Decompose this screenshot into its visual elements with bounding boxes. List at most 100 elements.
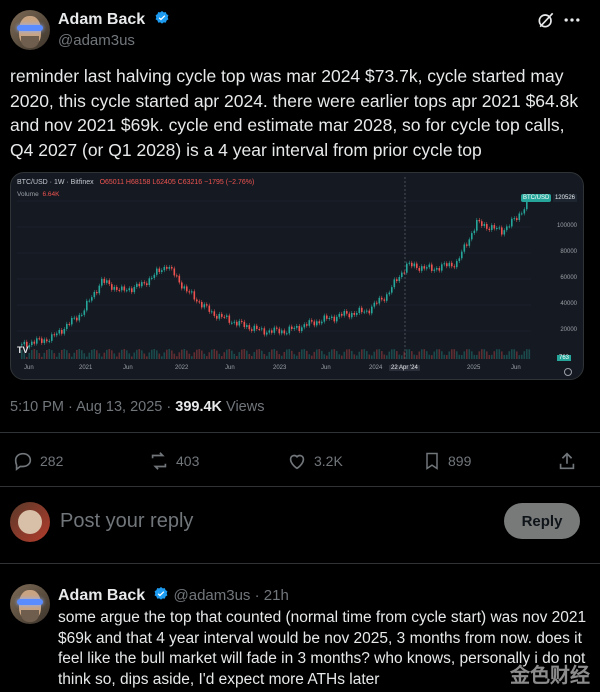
volume-bar [421, 349, 423, 359]
candle-body [41, 338, 43, 343]
viewer-avatar[interactable] [10, 502, 50, 542]
candle-body [313, 321, 316, 326]
candle-body [323, 315, 326, 322]
reply-author-handle[interactable]: @adam3us [174, 587, 251, 604]
verified-badge-icon [155, 11, 169, 24]
bookmark-action[interactable]: 899 [422, 450, 471, 472]
candle-body [138, 283, 141, 287]
candle-body [163, 266, 166, 271]
volume-bar [498, 349, 501, 359]
candle-body [283, 330, 286, 334]
candle-body [508, 226, 511, 228]
volume-bar [408, 349, 411, 359]
candle-body [43, 339, 46, 343]
volume-bar [106, 349, 108, 359]
candle-body [491, 225, 493, 230]
y-tick: 20000 [560, 327, 577, 333]
candle-body [318, 321, 321, 324]
reply-input[interactable]: Post your reply [60, 510, 193, 533]
tweet-timestamp[interactable]: 5:10 PM · Aug 13, 2025 [10, 399, 162, 415]
volume-bar [363, 349, 366, 359]
more-options-icon[interactable] [562, 10, 582, 30]
author-name-row[interactable]: Adam Back [58, 10, 170, 29]
reply-time[interactable]: · 21h [255, 587, 289, 604]
volume-bar [418, 351, 421, 359]
volume-bar [258, 349, 261, 359]
volume-bar [466, 349, 468, 359]
candle-body [161, 270, 163, 273]
candle-body [108, 280, 111, 285]
candle-body [426, 267, 428, 269]
volume-bar [176, 356, 178, 359]
candle-body [83, 310, 86, 315]
volume-bar [131, 356, 133, 359]
chart-image[interactable]: BTC/USD · 1W · Bitfinex O65011 H68158 L6… [10, 172, 584, 380]
volume-bar [91, 349, 93, 359]
volume-bar [178, 352, 181, 359]
volume-bar [248, 353, 251, 359]
candle-body [181, 282, 183, 289]
volume-bar [303, 349, 306, 359]
volume-bar [451, 349, 453, 359]
volume-bar [471, 351, 473, 359]
candle-body [331, 316, 333, 319]
candle-body [466, 244, 468, 246]
volume-bar [163, 352, 166, 359]
candle-body [61, 329, 63, 334]
volume-bar [318, 349, 321, 359]
chart-settings-icon[interactable] [563, 367, 573, 377]
like-action[interactable]: 3.2K [286, 450, 343, 472]
author-handle[interactable]: @adam3us [58, 32, 135, 49]
volume-bar [513, 349, 516, 359]
author-avatar[interactable] [10, 10, 50, 50]
candle-body [293, 327, 296, 329]
candle-body [231, 322, 233, 324]
reply-action[interactable]: 282 [12, 450, 63, 472]
reply-text: some argue the top that counted (normal … [58, 609, 587, 688]
volume-bar [323, 354, 326, 359]
candle-body [433, 269, 436, 271]
volume-bar [496, 349, 498, 359]
candle-body [333, 316, 336, 322]
volume-bar [373, 351, 376, 359]
author-name[interactable]: Adam Back [58, 11, 145, 28]
candle-body [186, 286, 188, 292]
volume-bar [158, 353, 161, 359]
candle-body [276, 327, 278, 329]
reply-author-avatar[interactable] [10, 584, 50, 624]
volume-bar [283, 351, 286, 359]
candle-body [328, 318, 331, 320]
reply-author-name[interactable]: Adam Back [58, 587, 145, 604]
volume-bar [31, 350, 33, 359]
grok-icon[interactable] [536, 10, 556, 30]
candle-body [458, 258, 461, 262]
candle-body [228, 315, 231, 323]
candle-body [203, 304, 206, 308]
volume-bar [353, 354, 356, 359]
volume-bar [246, 350, 248, 359]
candle-body [353, 312, 356, 315]
volume-bar [506, 354, 508, 359]
volume-bar [288, 349, 291, 359]
volume-bar [391, 349, 393, 359]
candle-body [396, 279, 398, 282]
volume-bar [266, 355, 268, 359]
x-tick: Jun [24, 365, 34, 371]
candle-body [506, 226, 508, 231]
volume-bar [486, 351, 488, 359]
volume-bar [371, 355, 373, 359]
volume-bar [218, 353, 221, 359]
volume-bar [311, 355, 313, 359]
share-icon[interactable] [556, 450, 578, 472]
reply-button[interactable]: Reply [504, 503, 580, 539]
volume-bar [401, 355, 403, 359]
volume-bar [196, 349, 198, 359]
candle-body [113, 286, 116, 290]
volume-bar [493, 351, 496, 359]
candle-body [151, 277, 153, 279]
candle-body [418, 267, 421, 271]
volume-bar [528, 349, 531, 359]
repost-action[interactable]: 403 [148, 450, 199, 472]
candle-body [343, 311, 346, 316]
volume-bar [501, 351, 503, 359]
